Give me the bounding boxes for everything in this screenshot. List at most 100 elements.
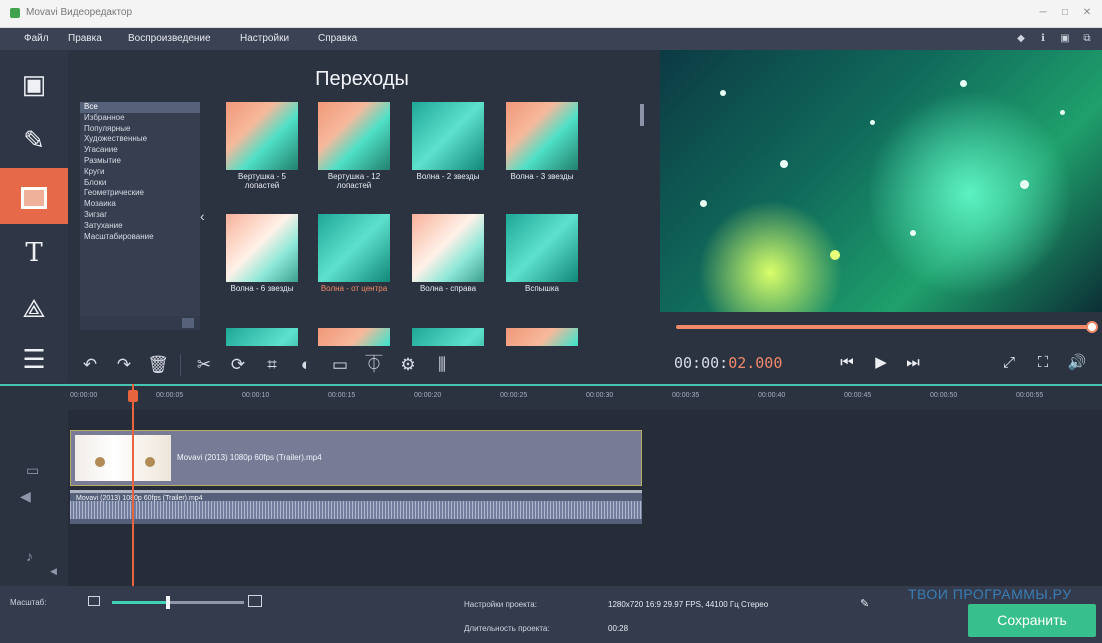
undo-icon[interactable]: ↶	[76, 352, 104, 378]
audio-clip[interactable]: Movavi (2013) 1080p 60fps (Trailer).mp4	[70, 490, 642, 524]
transition-preview	[226, 214, 298, 282]
project-duration-label: Длительность проекта:	[464, 624, 550, 633]
category-item[interactable]: Угасание	[80, 145, 200, 156]
layout-icon[interactable]: ▣	[1058, 32, 1072, 46]
video-clip[interactable]: Movavi (2013) 1080p 60fps (Trailer).mp4	[70, 430, 642, 486]
playhead-handle[interactable]	[128, 390, 138, 402]
titles-tool[interactable]: T	[0, 224, 68, 280]
category-item[interactable]: Избранное	[80, 113, 200, 124]
ruler-label: 00:00:15	[328, 392, 356, 399]
social-icon[interactable]: ◆	[1014, 32, 1028, 46]
menu-settings[interactable]: Настройки	[240, 33, 289, 44]
timeline-ruler[interactable]: 00:00:00 00:00:05 00:00:10 00:00:15 00:0…	[0, 384, 1102, 410]
film-icon: ▣	[21, 69, 47, 99]
transition-thumb[interactable]: Вертушка - 12 лопастей	[318, 102, 390, 190]
playhead[interactable]	[132, 384, 134, 586]
category-item[interactable]: Художественные	[80, 134, 200, 145]
color-adjust-icon[interactable]: ◐	[292, 352, 320, 378]
zoom-in-icon[interactable]	[248, 595, 262, 607]
fullscreen-window-icon[interactable]: ⧉	[1080, 32, 1094, 46]
transition-preview	[412, 328, 484, 346]
menu-file[interactable]: Файл	[24, 33, 49, 44]
minimize-icon[interactable]: ─	[1034, 6, 1052, 20]
panel-title: Переходы	[315, 68, 409, 90]
audio-icon[interactable]: ⏁	[360, 352, 388, 378]
cut-icon[interactable]: ✂	[190, 352, 218, 378]
delete-icon[interactable]: 🗑	[144, 352, 172, 378]
transition-label: Волна - 6 звезды	[230, 284, 294, 293]
crop-icon[interactable]: ⌗	[258, 352, 286, 378]
filters-tool[interactable]: ✎	[0, 112, 68, 168]
category-item[interactable]: Затухание	[80, 221, 200, 232]
seek-track[interactable]	[676, 325, 1094, 329]
redo-icon[interactable]: ↷	[110, 352, 138, 378]
rotate-icon[interactable]: ⟳	[224, 352, 252, 378]
play-icon[interactable]: ▶	[870, 352, 892, 374]
category-item[interactable]: Размытие	[80, 156, 200, 167]
zoom-out-icon[interactable]	[88, 596, 100, 606]
transition-thumb[interactable]	[318, 328, 390, 346]
pencil-icon[interactable]: ✎	[860, 597, 869, 610]
info-icon[interactable]: ℹ	[1036, 32, 1050, 46]
transition-thumb[interactable]: Вертушка - 5 лопастей	[226, 102, 298, 190]
save-button[interactable]: Сохранить	[968, 604, 1096, 637]
settings-icon[interactable]: ⚙	[394, 352, 422, 378]
image-icon[interactable]: ▭	[326, 352, 354, 378]
scroll-handle[interactable]	[182, 318, 194, 328]
transition-thumb[interactable]	[226, 328, 298, 346]
transition-thumb[interactable]: Волна - 2 звезды	[412, 102, 484, 181]
export-frame-icon[interactable]: ⤢	[998, 352, 1020, 374]
stickers-tool[interactable]: ⟁	[0, 280, 68, 336]
app-logo-icon	[10, 8, 20, 18]
zoom-slider-handle[interactable]	[166, 596, 170, 609]
audio-clip-name: Movavi (2013) 1080p 60fps (Trailer).mp4	[76, 495, 203, 502]
transition-thumb[interactable]	[506, 328, 578, 346]
transition-thumb[interactable]: Волна - справа	[412, 214, 484, 293]
category-item[interactable]: Мозаика	[80, 199, 200, 210]
seek-handle[interactable]	[1086, 321, 1098, 333]
transition-label: Вертушка - 5 лопастей	[238, 172, 286, 190]
category-item[interactable]: Блоки	[80, 178, 200, 189]
close-icon[interactable]: ✕	[1078, 6, 1096, 20]
more-tools[interactable]: ☰	[0, 336, 68, 382]
mute-video-icon[interactable]: ◀	[20, 488, 31, 505]
transition-thumb[interactable]: Волна - от центра	[318, 214, 390, 293]
transition-thumb[interactable]: Волна - 3 звезды	[506, 102, 578, 181]
import-tool[interactable]: ▣	[0, 56, 68, 112]
project-settings-label: Настройки проекта:	[464, 600, 537, 609]
ruler-label: 00:00:50	[930, 392, 958, 399]
transitions-tool[interactable]	[0, 168, 68, 224]
category-item[interactable]: Масштабирование	[80, 232, 200, 243]
menu-bar: Файл Правка Воспроизведение Настройки Сп…	[0, 28, 1102, 50]
category-item[interactable]: Популярные	[80, 124, 200, 135]
category-item[interactable]: Геометрические	[80, 188, 200, 199]
project-settings-value: 1280x720 16:9 29.97 FPS, 44100 Гц Стерео	[608, 600, 769, 609]
seek-bar[interactable]	[660, 312, 1102, 342]
category-item[interactable]: Зигзаг	[80, 210, 200, 221]
category-item[interactable]: Все	[80, 102, 200, 113]
transition-preview	[226, 102, 298, 170]
equalizer-icon[interactable]: ⫼	[428, 352, 456, 378]
preview-light	[1060, 110, 1065, 115]
fullscreen-icon[interactable]: ⛶	[1032, 352, 1054, 374]
transition-thumb[interactable]: Волна - 6 звезды	[226, 214, 298, 293]
ruler-label: 00:00:40	[758, 392, 786, 399]
menu-playback[interactable]: Воспроизведение	[128, 33, 211, 44]
panel-scrollbar[interactable]	[640, 104, 644, 126]
zoom-slider-fill	[112, 601, 169, 604]
skip-forward-icon[interactable]: ⏭	[902, 352, 924, 374]
mute-audio-icon[interactable]: ◀	[50, 566, 57, 577]
maximize-icon[interactable]: □	[1056, 6, 1074, 20]
volume-icon[interactable]: 🔊	[1066, 352, 1088, 374]
collapse-arrow-icon[interactable]: ‹	[200, 208, 205, 224]
transition-thumb[interactable]: Вспышка	[506, 214, 578, 293]
skip-back-icon[interactable]: ⏮	[836, 352, 858, 374]
ruler-label: 00:00:20	[414, 392, 442, 399]
menu-help[interactable]: Справка	[318, 33, 357, 44]
menu-edit[interactable]: Правка	[68, 33, 102, 44]
track-headers: ▭ ◀ ♪ ◀	[0, 410, 68, 586]
transition-label: Волна - от центра	[320, 284, 388, 293]
category-scrollbar[interactable]	[80, 316, 200, 330]
transition-thumb[interactable]	[412, 328, 484, 346]
category-item[interactable]: Круги	[80, 167, 200, 178]
